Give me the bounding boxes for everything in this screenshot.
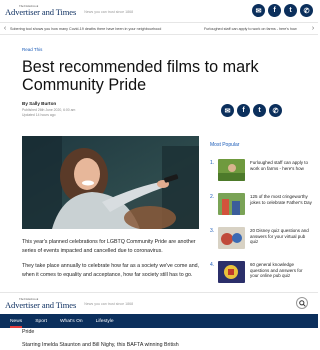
article-paragraph: This year's planned celebrations for LGB… bbox=[22, 239, 196, 254]
search-icon bbox=[298, 299, 306, 307]
article-dates: Published 26th June 2020, 6:00 am Update… bbox=[22, 108, 75, 117]
nav-item-whats-on[interactable]: What's On bbox=[60, 314, 83, 328]
published-date: Published 26th June 2020, 6:00 am bbox=[22, 108, 76, 112]
section-link[interactable]: Read This bbox=[22, 47, 42, 52]
most-popular-item[interactable]: 2. 125 of the most cringeworthy jokes to… bbox=[210, 193, 312, 219]
article-paragraph: Starring Imelda Staunton and Bill Nighy,… bbox=[22, 342, 179, 348]
nav-item-sport[interactable]: Sport bbox=[35, 314, 47, 328]
site-logo[interactable]: The Dalesbrook Advertiser and Times bbox=[5, 297, 77, 310]
article-paragraph: They take place annually to celebrate ho… bbox=[22, 263, 200, 278]
item-thumbnail bbox=[218, 261, 245, 283]
news-ticker: ‹ Sobering tool shows you how many Covid… bbox=[0, 22, 318, 35]
logo-main-text: Advertiser and Times bbox=[5, 7, 77, 18]
item-number: 4. bbox=[210, 262, 215, 268]
twitter-icon[interactable]: t bbox=[284, 4, 297, 17]
logo-main-text: Advertiser and Times bbox=[5, 299, 77, 310]
item-text: 125 of the most cringeworthy jokes to ce… bbox=[250, 194, 312, 205]
ticker-prev-button[interactable]: ‹ bbox=[0, 25, 10, 32]
most-popular-item[interactable]: 3. 20 Disney quiz questions and answers … bbox=[210, 227, 310, 253]
item-thumbnail bbox=[218, 227, 245, 249]
most-popular-title: Most Popular bbox=[210, 142, 240, 148]
item-number: 2. bbox=[210, 194, 215, 200]
updated-date: Updated 14 hours ago bbox=[22, 112, 56, 117]
email-icon[interactable]: ✉ bbox=[252, 4, 265, 17]
item-thumbnail bbox=[218, 159, 245, 181]
item-thumbnail bbox=[218, 193, 245, 215]
item-text: Furloughed staff can apply to work on fa… bbox=[250, 160, 308, 171]
main-nav: News Sport What's On Lifestyle bbox=[0, 314, 318, 328]
item-number: 3. bbox=[210, 228, 215, 234]
search-button[interactable] bbox=[296, 297, 308, 309]
item-text: 20 Disney quiz questions and answers for… bbox=[250, 228, 309, 245]
ticker-next-button[interactable]: › bbox=[308, 25, 318, 32]
article-share-links: ✉ f t ✆ bbox=[221, 104, 282, 117]
whatsapp-icon[interactable]: ✆ bbox=[300, 4, 313, 17]
twitter-icon[interactable]: t bbox=[253, 104, 266, 117]
article-author[interactable]: By Sally Burton bbox=[22, 101, 56, 106]
sticky-header: The Dalesbrook Advertiser and Times News… bbox=[0, 292, 318, 314]
article-hero-image bbox=[22, 136, 199, 229]
item-number: 1. bbox=[210, 160, 215, 166]
ticker-item[interactable]: Furloughed staff can apply to work on fa… bbox=[204, 27, 308, 31]
whatsapp-icon[interactable]: ✆ bbox=[269, 104, 282, 117]
site-tagline: News you can trust since 1868 bbox=[84, 302, 134, 306]
email-icon[interactable]: ✉ bbox=[221, 104, 234, 117]
site-tagline: News you can trust since 1868 bbox=[84, 9, 134, 14]
facebook-icon[interactable]: f bbox=[237, 104, 250, 117]
most-popular-item[interactable]: 4. 60 general knowledge questions and an… bbox=[210, 261, 310, 287]
facebook-icon[interactable]: f bbox=[268, 4, 281, 17]
ticker-item[interactable]: Sobering tool shows you how many Covid-1… bbox=[10, 27, 204, 31]
site-logo[interactable]: The Dalesbrook Advertiser and Times bbox=[5, 5, 76, 17]
header-social-links: ✉ f t ✆ bbox=[252, 4, 313, 17]
item-text: 60 general knowledge questions and answe… bbox=[250, 262, 303, 279]
most-popular-item[interactable]: 1. Furloughed staff can apply to work on… bbox=[210, 159, 310, 185]
article-subheading: Pride bbox=[22, 329, 35, 335]
nav-item-lifestyle[interactable]: Lifestyle bbox=[96, 314, 114, 328]
nav-item-news[interactable]: News bbox=[10, 314, 23, 328]
article-headline: Best recommended films to mark Community… bbox=[22, 58, 259, 94]
